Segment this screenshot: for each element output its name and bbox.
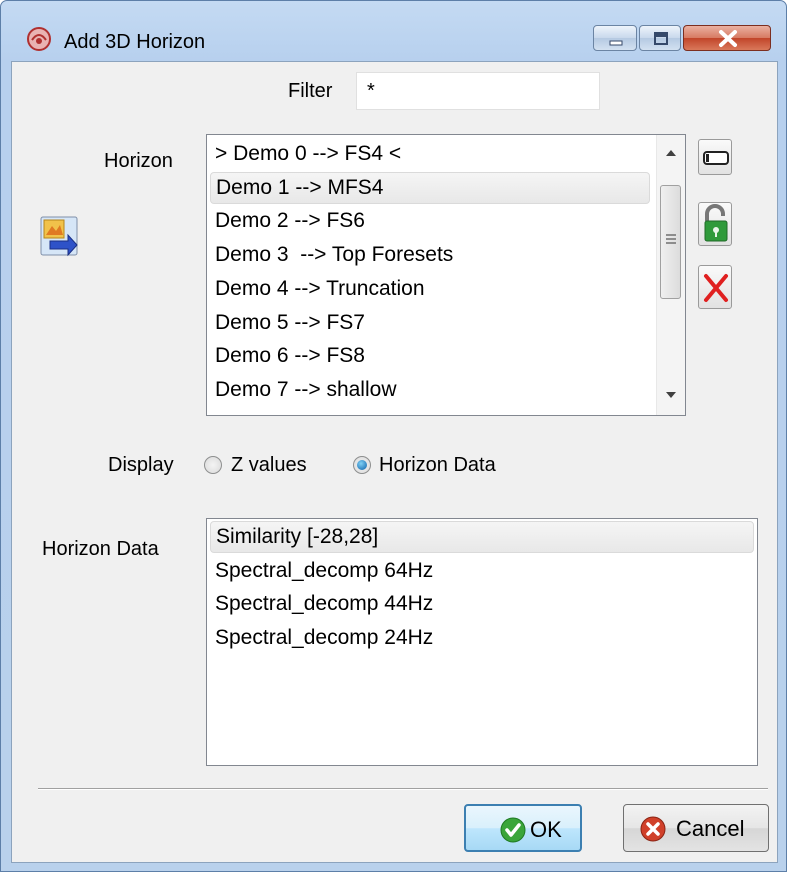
horizon-list-scrollbar[interactable] — [656, 135, 685, 415]
horizon-list-item[interactable]: Demo 4 --> Truncation — [210, 273, 650, 305]
lock-horizon-button[interactable] — [698, 202, 732, 246]
ok-button-label: OK — [530, 817, 562, 842]
horizon-data-list-item-selected[interactable]: Similarity [-28,28] — [210, 521, 754, 553]
horizon-data-list-item[interactable]: Spectral_decomp 64Hz — [210, 555, 754, 587]
horizon-list-item[interactable]: Demo 5 --> FS7 — [210, 307, 650, 339]
horizon-data-radio[interactable] — [353, 456, 371, 474]
filter-label: Filter — [288, 80, 333, 102]
z-values-radio[interactable] — [204, 456, 222, 474]
z-values-option-label[interactable]: Z values — [231, 454, 307, 477]
horizon-data-list-item[interactable]: Spectral_decomp 44Hz — [210, 588, 754, 620]
check-icon — [500, 817, 526, 843]
rename-icon — [703, 151, 729, 165]
rename-horizon-button[interactable] — [698, 139, 732, 175]
delete-horizon-button[interactable] — [698, 265, 732, 309]
import-horizon-icon — [40, 216, 78, 257]
app-logo-icon — [27, 27, 51, 51]
horizon-label: Horizon — [104, 150, 173, 172]
horizon-list[interactable]: > Demo 0 --> FS4 < Demo 1 --> MFS4 Demo … — [206, 134, 686, 416]
horizon-list-item[interactable]: Demo 2 --> FS6 — [210, 205, 650, 237]
horizon-data-list-item[interactable]: Spectral_decomp 24Hz — [210, 622, 754, 654]
import-horizon-button[interactable] — [40, 215, 78, 257]
horizon-list-scroll-thumb[interactable] — [660, 185, 681, 299]
minimize-icon — [609, 40, 623, 46]
filter-input[interactable] — [356, 72, 600, 110]
minimize-button[interactable] — [593, 25, 637, 51]
horizon-list-item-selected[interactable]: Demo 1 --> MFS4 — [210, 172, 650, 204]
close-icon — [719, 30, 737, 47]
horizon-data-list[interactable]: Similarity [-28,28] Spectral_decomp 64Hz… — [206, 518, 758, 766]
cancel-icon — [640, 816, 666, 842]
window-title: Add 3D Horizon — [64, 31, 206, 53]
horizon-list-item[interactable]: Demo 7 --> shallow — [210, 374, 650, 406]
maximize-button[interactable] — [639, 25, 681, 51]
grip-icon — [666, 234, 676, 244]
unlock-icon — [704, 204, 728, 242]
title-bar[interactable]: Add 3D Horizon — [1, 1, 786, 53]
horizon-list-item[interactable]: Demo 3 --> Top Foresets — [210, 239, 650, 271]
dialog-window: Add 3D Horizon Filter Horizon > Demo 0 -… — [0, 0, 787, 872]
ok-button[interactable]: OK — [464, 804, 582, 852]
cancel-button-label: Cancel — [676, 816, 745, 841]
scroll-down-icon[interactable] — [665, 391, 677, 399]
cancel-button[interactable]: Cancel — [623, 804, 769, 852]
delete-icon — [704, 274, 728, 302]
dialog-content: Filter Horizon > Demo 0 --> FS4 < Demo 1… — [11, 61, 778, 863]
close-button[interactable] — [683, 25, 771, 51]
horizon-data-option-label[interactable]: Horizon Data — [379, 454, 496, 477]
display-label: Display — [108, 454, 174, 476]
horizon-data-label: Horizon Data — [42, 538, 159, 560]
horizon-list-item[interactable]: Demo 6 --> FS8 — [210, 340, 650, 372]
separator — [38, 788, 768, 790]
maximize-icon — [654, 32, 668, 45]
horizon-list-item[interactable]: > Demo 0 --> FS4 < — [210, 138, 650, 170]
scroll-up-icon[interactable] — [665, 149, 677, 157]
